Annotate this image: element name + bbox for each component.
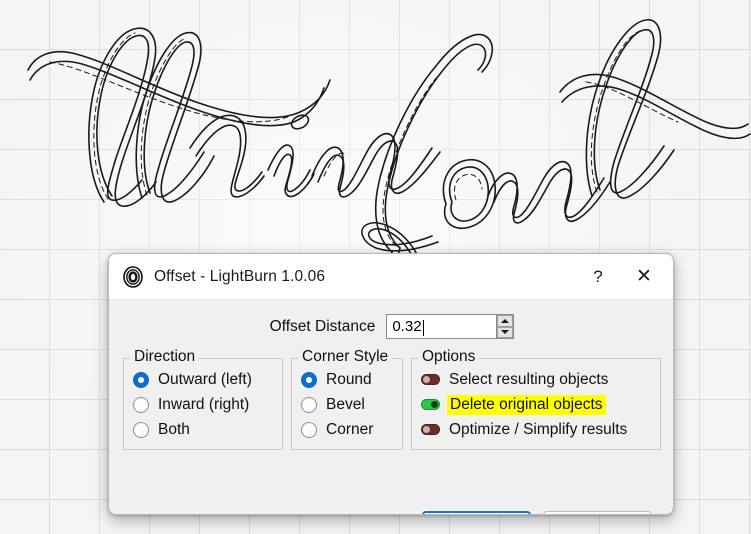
radio-direction-inward[interactable]: Inward (right) <box>124 392 282 417</box>
radio-label: Inward (right) <box>158 395 250 413</box>
toggle-delete-original-objects[interactable]: Delete original objects <box>412 392 660 417</box>
radio-icon <box>301 421 317 438</box>
toggle-label: Select resulting objects <box>449 370 609 388</box>
stepper-down-button[interactable] <box>497 326 514 338</box>
corner-style-options: Round Bevel Corner <box>292 367 402 442</box>
radio-label: Bevel <box>326 395 365 413</box>
chevron-down-icon <box>501 330 510 335</box>
radio-icon <box>133 396 149 413</box>
radio-label: Outward (left) <box>158 370 252 388</box>
options-group: Options Select resulting objects Delete … <box>411 348 661 450</box>
toggle-icon-off <box>421 424 440 435</box>
corner-style-group-title: Corner Style <box>298 348 393 366</box>
direction-group-title: Direction <box>130 348 200 366</box>
radio-corner-corner[interactable]: Corner <box>292 417 402 442</box>
offset-rings-icon <box>121 265 145 289</box>
corner-style-group: Corner Style Round Bevel Corner <box>291 348 403 450</box>
options-list: Select resulting objects Delete original… <box>412 367 660 442</box>
app-root: Offset - LightBurn 1.0.06 ? ✕ Offset Dis… <box>0 0 751 534</box>
radio-icon <box>133 421 149 438</box>
ok-button[interactable]: OK <box>422 511 531 514</box>
dialog-body: Offset Distance 0.32 Direction Outward (… <box>109 300 673 514</box>
radio-corner-bevel[interactable]: Bevel <box>292 392 402 417</box>
radio-direction-outward[interactable]: Outward (left) <box>124 367 282 392</box>
offset-distance-row: Offset Distance 0.32 <box>109 314 673 339</box>
radio-corner-round[interactable]: Round <box>292 367 402 392</box>
stepper-buttons <box>496 315 514 338</box>
toggle-icon-on <box>421 399 440 410</box>
dialog-titlebar[interactable]: Offset - LightBurn 1.0.06 ? ✕ <box>109 254 673 300</box>
offset-distance-input[interactable]: 0.32 <box>387 319 421 334</box>
direction-options: Outward (left) Inward (right) Both <box>124 367 282 442</box>
radio-label: Corner <box>326 420 374 438</box>
stepper-up-button[interactable] <box>497 315 514 327</box>
chevron-up-icon <box>501 318 510 323</box>
help-button[interactable]: ? <box>575 254 621 299</box>
toggle-optimize-simplify-results[interactable]: Optimize / Simplify results <box>412 417 660 442</box>
close-icon[interactable]: ✕ <box>621 254 667 299</box>
radio-label: Round <box>326 370 372 388</box>
toggle-icon-off <box>421 374 440 385</box>
radio-icon-selected <box>301 371 317 388</box>
offset-distance-stepper[interactable]: 0.32 <box>386 314 515 339</box>
cancel-button[interactable]: Cancel <box>543 511 652 514</box>
text-cursor <box>422 319 424 336</box>
toggle-label-highlighted: Delete original objects <box>447 394 606 415</box>
direction-group: Direction Outward (left) Inward (right) … <box>123 348 283 450</box>
options-group-title: Options <box>418 348 480 366</box>
toggle-label: Optimize / Simplify results <box>449 420 628 438</box>
radio-direction-both[interactable]: Both <box>124 417 282 442</box>
radio-icon <box>301 396 317 413</box>
radio-label: Both <box>158 420 190 438</box>
radio-icon-selected <box>133 371 149 388</box>
toggle-select-resulting-objects[interactable]: Select resulting objects <box>412 367 660 392</box>
offset-distance-label: Offset Distance <box>269 317 376 335</box>
dialog-title: Offset - LightBurn 1.0.06 <box>154 267 326 285</box>
offset-dialog: Offset - LightBurn 1.0.06 ? ✕ Offset Dis… <box>108 253 674 515</box>
titlebar-buttons: ? ✕ <box>575 254 673 299</box>
